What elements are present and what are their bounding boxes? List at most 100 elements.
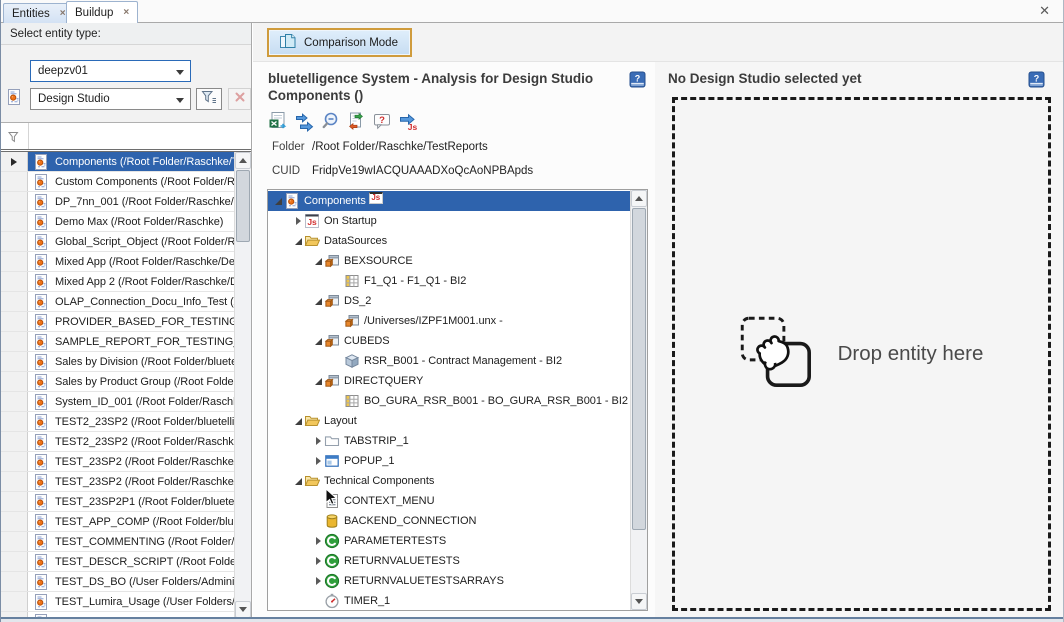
entity-list-item[interactable]: DP_7nn_001 (/Root Folder/Raschke/T: [0, 192, 235, 212]
row-selector-cell[interactable]: [0, 172, 28, 191]
entity-list-item[interactable]: SAMPLE_REPORT_FOR_TESTING_M (: [0, 332, 235, 352]
tree-item-components[interactable]: ComponentsJs: [268, 191, 630, 211]
entity-list-scrollbar[interactable]: [234, 152, 251, 618]
entity-list-item[interactable]: TEST_23SP2P1 (/Root Folder/bluetelli: [0, 492, 235, 512]
tree-item-on-startup[interactable]: JsOn Startup: [268, 211, 630, 231]
entity-list-item[interactable]: TEST_Lumira_Usage (/User Folders/A: [0, 592, 235, 612]
tree-expander-closed-icon[interactable]: [312, 557, 324, 565]
scroll-up-button[interactable]: [631, 190, 647, 207]
row-selector-cell[interactable]: [0, 252, 28, 271]
entity-list-item[interactable]: TEST_APP_COMP (/Root Folder/bluet: [0, 512, 235, 532]
tab-close-icon[interactable]: ×: [60, 8, 66, 19]
comment-question-icon[interactable]: ?: [372, 111, 393, 132]
entity-list-item[interactable]: Sales by Product Group (/Root Folder: [0, 372, 235, 392]
row-selector-cell[interactable]: [0, 352, 28, 371]
entity-list-item[interactable]: OLAP_Connection_Docu_Info_Test (/: [0, 292, 235, 312]
entity-list-item[interactable]: Components (/Root Folder/Raschke/T: [0, 152, 235, 172]
row-selector-cell[interactable]: [0, 592, 28, 611]
export-excel-icon[interactable]: [268, 111, 289, 132]
tree-item--universes-izpf1m001-unx-[interactable]: /Universes/IZPF1M001.unx -: [268, 311, 630, 331]
entity-list-item[interactable]: TEST_23SP2 (/Root Folder/Raschke/L: [0, 472, 235, 492]
entity-list-item[interactable]: Demo Max (/Root Folder/Raschke): [0, 212, 235, 232]
entity-list-item[interactable]: TEST_DESCR_SCRIPT (/Root Folder/F: [0, 552, 235, 572]
tree-expander-closed-icon[interactable]: [312, 437, 324, 445]
tree-expander-closed-icon[interactable]: [312, 537, 324, 545]
zoom-out-icon[interactable]: [320, 111, 341, 132]
row-selector-cell[interactable]: [0, 212, 28, 231]
document-compare-icon[interactable]: [346, 111, 367, 132]
row-selector-cell[interactable]: [0, 332, 28, 351]
chevron-down-icon[interactable]: [176, 98, 184, 103]
scroll-down-button[interactable]: [235, 601, 251, 618]
row-selector-cell[interactable]: [0, 472, 28, 491]
tree-item-parametertests[interactable]: PARAMETERTESTS: [268, 531, 630, 551]
row-selector-cell[interactable]: [0, 552, 28, 571]
entity-list-item[interactable]: Mixed App 2 (/Root Folder/Raschke/D: [0, 272, 235, 292]
chevron-down-icon[interactable]: [176, 70, 184, 75]
transfer-arrows-icon[interactable]: [294, 111, 315, 132]
entity-type-combobox[interactable]: Design Studio: [30, 88, 191, 110]
clear-filter-button[interactable]: [228, 88, 251, 110]
tree-expander-open-icon[interactable]: [292, 238, 304, 245]
entity-list-item[interactable]: PROVIDER_BASED_FOR_TESTING (/F: [0, 312, 235, 332]
scroll-up-button[interactable]: [235, 152, 251, 169]
row-selector-cell[interactable]: [0, 232, 28, 251]
tree-item-technical-components[interactable]: Technical Components: [268, 471, 630, 491]
tree-item-layout[interactable]: Layout: [268, 411, 630, 431]
tab-entities[interactable]: Entities ×: [3, 3, 75, 23]
tree-expander-open-icon[interactable]: [292, 478, 304, 485]
row-selector-cell[interactable]: [0, 272, 28, 291]
tree-item-timer-1[interactable]: TIMER_1: [268, 591, 630, 610]
row-selector-cell[interactable]: [0, 312, 28, 331]
help-icon[interactable]: ?: [629, 71, 646, 88]
entity-list-item[interactable]: TEST2_23SP2 (/Root Folder/bluetellig: [0, 412, 235, 432]
scrollbar-thumb[interactable]: [236, 170, 250, 242]
row-selector-cell[interactable]: [0, 492, 28, 511]
tree-expander-open-icon[interactable]: [312, 378, 324, 385]
tree-item-context-menu[interactable]: CONTEXT_MENU: [268, 491, 630, 511]
tree-item-tabstrip-1[interactable]: TABSTRIP_1: [268, 431, 630, 451]
tree-expander-closed-icon[interactable]: [312, 577, 324, 585]
tree-item-returnvaluetestsarrays[interactable]: RETURNVALUETESTSARRAYS: [268, 571, 630, 591]
row-selector-cell[interactable]: [0, 532, 28, 551]
filter-button[interactable]: [196, 88, 222, 110]
entity-list-item[interactable]: TEST2_23SP2 (/Root Folder/Raschke,: [0, 432, 235, 452]
tree-expander-open-icon[interactable]: [312, 258, 324, 265]
tree-item-bo-gura-rsr-b001-bo-gura-rsr-b[interactable]: BO_GURA_RSR_B001 - BO_GURA_RSR_B001 - BI…: [268, 391, 630, 411]
row-selector-cell[interactable]: [0, 192, 28, 211]
row-selector-cell[interactable]: [0, 572, 28, 591]
entity-list-item[interactable]: TEST_COMMENTING (/Root Folder/bl: [0, 532, 235, 552]
row-selector-cell[interactable]: [0, 452, 28, 471]
row-selector-cell[interactable]: [0, 372, 28, 391]
tree-item-popup-1[interactable]: POPUP_1: [268, 451, 630, 471]
tree-item-directquery[interactable]: DIRECTQUERY: [268, 371, 630, 391]
tree-item-cubeds[interactable]: CUBEDS: [268, 331, 630, 351]
tab-buildup[interactable]: Buildup ×: [66, 1, 138, 23]
tree-item-f1-q1-f1-q1-bi2[interactable]: F1_Q1 - F1_Q1 - BI2: [268, 271, 630, 291]
tree-item-bexsource[interactable]: BEXSOURCE: [268, 251, 630, 271]
tree-item-datasources[interactable]: DataSources: [268, 231, 630, 251]
tree-item-ds-2[interactable]: DS_2: [268, 291, 630, 311]
comparison-mode-button[interactable]: Comparison Mode: [267, 28, 412, 57]
entity-list-item[interactable]: Mixed App (/Root Folder/Raschke/De: [0, 252, 235, 272]
scrollbar-thumb[interactable]: [632, 208, 646, 530]
entity-list-item[interactable]: TEST_23SP2 (/Root Folder/Raschke/D: [0, 452, 235, 472]
tree-expander-open-icon[interactable]: [312, 298, 324, 305]
entity-list-item[interactable]: Sales by Division (/Root Folder/bluete: [0, 352, 235, 372]
row-selector-cell[interactable]: [0, 412, 28, 431]
row-selector-cell[interactable]: [0, 152, 28, 171]
tab-close-icon[interactable]: ×: [123, 7, 129, 18]
grid-filter-row[interactable]: [0, 123, 251, 149]
help-icon[interactable]: ?: [1028, 71, 1045, 88]
tree-expander-closed-icon[interactable]: [292, 217, 304, 225]
scroll-down-button[interactable]: [631, 593, 647, 610]
row-selector-cell[interactable]: [0, 432, 28, 451]
tree-scrollbar[interactable]: [630, 190, 647, 610]
drop-zone[interactable]: Drop entity here: [672, 97, 1051, 611]
tree-expander-open-icon[interactable]: [292, 418, 304, 425]
tree-item-rsr-b001-contract-management-b[interactable]: RSR_B001 - Contract Management - BI2: [268, 351, 630, 371]
export-js-icon[interactable]: Js: [398, 111, 419, 132]
tree-expander-open-icon[interactable]: [272, 198, 284, 205]
tree-expander-open-icon[interactable]: [312, 338, 324, 345]
system-combobox[interactable]: deepzv01: [30, 60, 191, 82]
